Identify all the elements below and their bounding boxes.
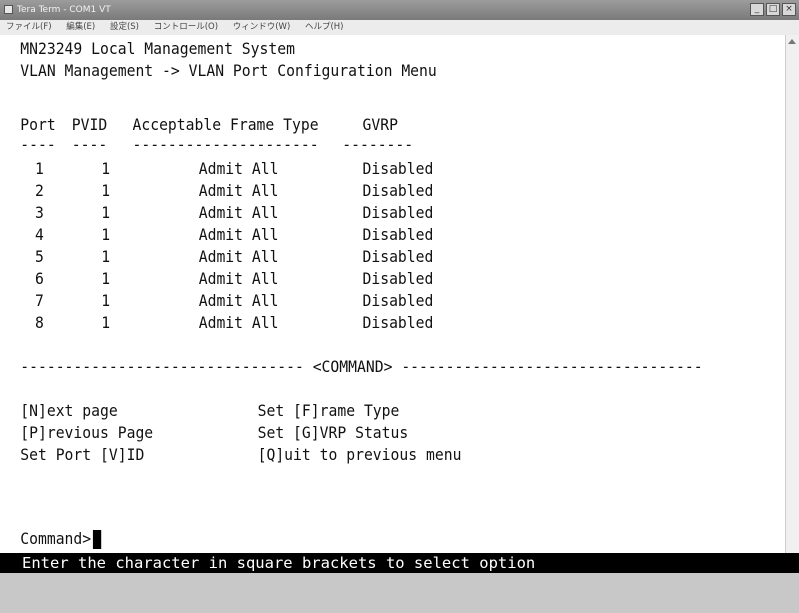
column-header-gvrp: GVRP	[362, 115, 398, 134]
menu-control[interactable]: コントロール(O)	[154, 22, 218, 32]
scroll-up-icon[interactable]	[788, 39, 796, 44]
close-button[interactable]: ×	[782, 3, 796, 16]
menu-setup[interactable]: 設定(S)	[110, 22, 139, 32]
frame-type-cell: Admit All	[198, 203, 279, 222]
port-cell: 1	[34, 159, 44, 178]
menu-breadcrumb: VLAN Management -> VLAN Port Configurati…	[20, 61, 437, 80]
column-underline-pvid: ----	[71, 135, 108, 154]
frame-type-cell: Admit All	[198, 291, 279, 310]
maximize-button[interactable]: □	[766, 3, 780, 16]
gvrp-cell: Disabled	[362, 313, 434, 332]
command-previous-page[interactable]: [P]revious Page	[20, 423, 153, 443]
menu-window[interactable]: ウィンドウ(W)	[233, 22, 291, 32]
title-bar: Tera Term - COM1 VT _ □ ×	[0, 0, 799, 20]
port-cell: 8	[34, 313, 44, 332]
text-cursor	[92, 530, 102, 549]
port-cell: 3	[34, 203, 44, 222]
vertical-scrollbar[interactable]	[785, 35, 799, 553]
frame-type-cell: Admit All	[198, 313, 279, 332]
pvid-cell: 1	[101, 269, 111, 288]
gvrp-cell: Disabled	[362, 269, 434, 288]
command-set-frame-type[interactable]: Set [F]rame Type	[258, 401, 400, 421]
command-prompt[interactable]: Command>	[20, 529, 102, 549]
frame-type-cell: Admit All	[198, 181, 279, 200]
gvrp-cell: Disabled	[362, 225, 434, 244]
pvid-cell: 1	[101, 247, 111, 266]
pvid-cell: 1	[101, 225, 111, 244]
frame-type-cell: Admit All	[198, 159, 279, 178]
port-cell: 5	[34, 247, 44, 266]
gvrp-cell: Disabled	[362, 291, 434, 310]
gvrp-cell: Disabled	[362, 181, 434, 200]
terminal-screen[interactable]: MN23249 Local Management System VLAN Man…	[0, 35, 724, 573]
column-header-frame-type: Acceptable Frame Type	[132, 115, 319, 134]
port-cell: 7	[34, 291, 44, 310]
column-header-pvid: PVID	[71, 115, 108, 134]
frame-type-cell: Admit All	[198, 247, 279, 266]
gvrp-cell: Disabled	[362, 159, 434, 178]
port-cell: 6	[34, 269, 44, 288]
gvrp-cell: Disabled	[362, 203, 434, 222]
pvid-cell: 1	[101, 181, 111, 200]
command-set-port-vid[interactable]: Set Port [V]ID	[20, 445, 144, 465]
menu-bar: ファイル(F) 編集(E) 設定(S) コントロール(O) ウィンドウ(W) ヘ…	[0, 20, 799, 35]
pvid-cell: 1	[101, 291, 111, 310]
minimize-button[interactable]: _	[750, 3, 764, 16]
column-underline-gvrp: --------	[342, 135, 414, 154]
column-underline-port: ----	[20, 135, 56, 154]
prompt-label: Command>	[20, 529, 92, 548]
pvid-cell: 1	[101, 313, 111, 332]
system-title: MN23249 Local Management System	[20, 39, 295, 58]
gvrp-cell: Disabled	[362, 247, 434, 266]
menu-help[interactable]: ヘルプ(H)	[305, 22, 344, 32]
command-next-page[interactable]: [N]ext page	[20, 401, 117, 421]
port-cell: 2	[34, 181, 44, 200]
menu-edit[interactable]: 編集(E)	[66, 22, 95, 32]
pvid-cell: 1	[101, 159, 111, 178]
app-icon	[4, 5, 13, 14]
command-quit[interactable]: [Q]uit to previous menu	[258, 445, 462, 465]
menu-file[interactable]: ファイル(F)	[6, 22, 52, 32]
column-underline-frame-type: ---------------------	[132, 135, 319, 154]
pvid-cell: 1	[101, 203, 111, 222]
command-set-gvrp-status[interactable]: Set [G]VRP Status	[258, 423, 409, 443]
window-title: Tera Term - COM1 VT	[17, 5, 111, 15]
command-separator: -------------------------------- <COMMAN…	[20, 357, 703, 376]
frame-type-cell: Admit All	[198, 269, 279, 288]
column-header-port: Port	[20, 115, 56, 134]
frame-type-cell: Admit All	[198, 225, 279, 244]
port-cell: 4	[34, 225, 44, 244]
terminal-window: Tera Term - COM1 VT _ □ × ファイル(F) 編集(E) …	[0, 0, 799, 573]
status-line: Enter the character in square brackets t…	[0, 553, 799, 573]
status-text: Enter the character in square brackets t…	[22, 554, 536, 572]
